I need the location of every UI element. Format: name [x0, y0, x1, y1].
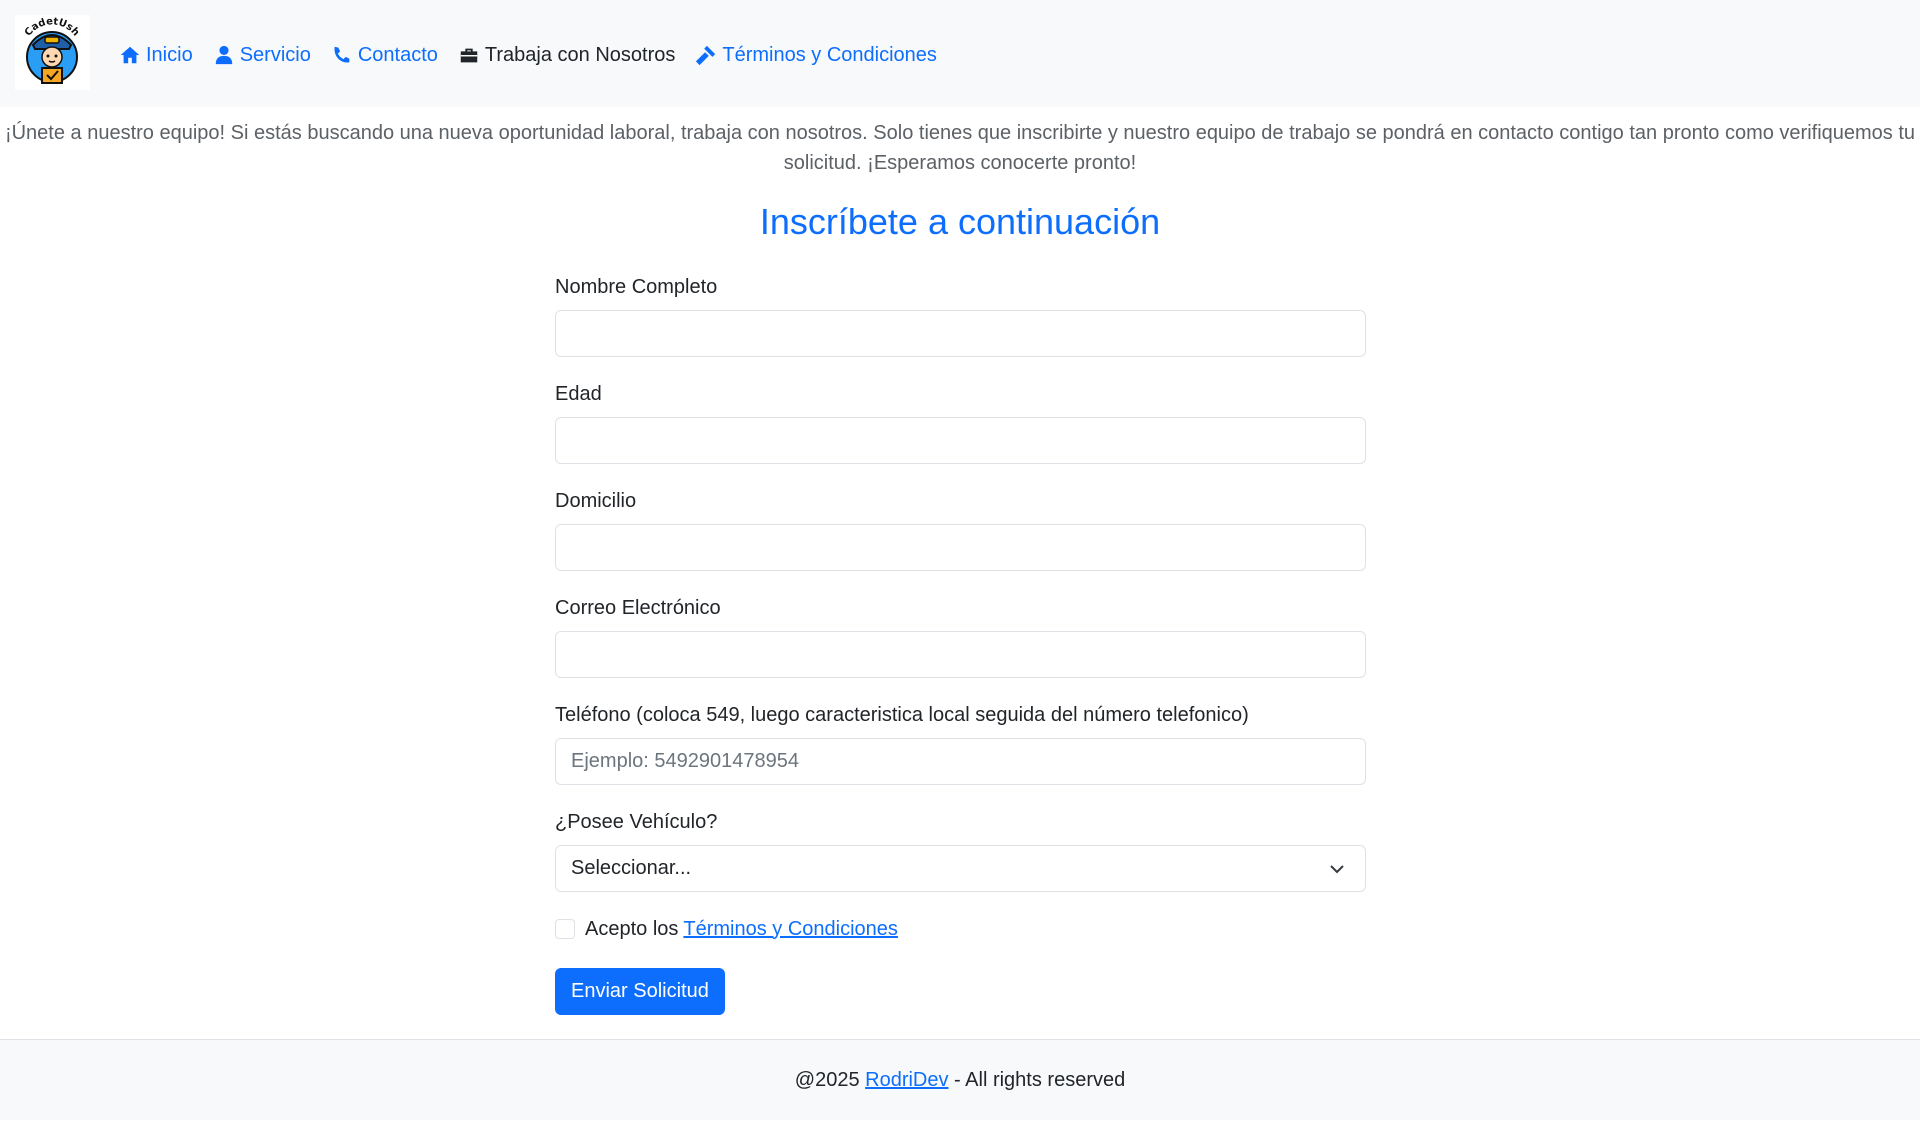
vehicle-label: ¿Posee Vehículo? [555, 811, 718, 833]
vehicle-select[interactable]: Seleccionar... [555, 845, 1366, 892]
nav-item-terminos[interactable]: Términos y Condiciones [695, 44, 937, 67]
terms-link[interactable]: Términos y Condiciones [683, 918, 898, 941]
field-phone: Teléfono (coloca 549, luego caracteristi… [555, 700, 1366, 807]
nav-item-servicio[interactable]: Servicio [213, 44, 311, 67]
footer: @2025 RodriDev - All rights reserved [0, 1039, 1920, 1120]
intro-text: ¡Únete a nuestro equipo! Si estás buscan… [4, 122, 1916, 174]
field-address: Domicilio [555, 486, 1366, 593]
field-age: Edad [555, 379, 1366, 486]
address-label: Domicilio [555, 490, 637, 512]
toolbox-icon [460, 48, 478, 63]
age-label: Edad [555, 383, 602, 405]
navbar: CadetUsh Inicio Servicio Contacto Trabaj… [0, 0, 1920, 107]
terms-checkbox[interactable] [555, 919, 575, 939]
field-vehicle: ¿Posee Vehículo? Seleccionar... [555, 807, 1366, 914]
footer-copyright: @2025 [794, 1069, 860, 1091]
phone-input[interactable] [555, 738, 1366, 785]
nav-item-label: Servicio [239, 43, 311, 66]
nav-item-label: Trabaja con Nosotros [484, 43, 676, 66]
job-application-form: Nombre Completo Edad Domicilio Correo El… [555, 272, 1366, 1015]
nav-item-contacto[interactable]: Contacto [331, 44, 438, 67]
name-label: Nombre Completo [555, 276, 718, 298]
email-label: Correo Electrónico [555, 597, 721, 619]
chevron-down-icon [1330, 865, 1344, 874]
submit-button[interactable]: Enviar Solicitud [555, 968, 725, 1015]
age-input[interactable] [555, 417, 1366, 464]
address-input[interactable] [555, 524, 1366, 571]
home-icon [120, 46, 140, 64]
field-name: Nombre Completo [555, 272, 1366, 379]
user-icon [215, 45, 232, 65]
footer-rights: - All rights reserved [954, 1069, 1126, 1091]
nav-item-label: Términos y Condiciones [722, 43, 937, 66]
form-title: Inscríbete a continuación [759, 201, 1161, 242]
phone-label: Teléfono (coloca 549, luego caracteristi… [555, 704, 1249, 726]
email-input[interactable] [555, 631, 1366, 678]
terms-prefix: Acepto los [585, 917, 679, 940]
vehicle-select-value: Seleccionar... [571, 857, 692, 879]
nav-item-label: Inicio [146, 43, 193, 66]
courier-logo-icon: CadetUsh [23, 16, 81, 84]
nav-links: Inicio Servicio Contacto Trabaja con Nos… [119, 38, 957, 72]
footer-author-link[interactable]: RodriDev [865, 1069, 948, 1091]
nav-item-inicio[interactable]: Inicio [119, 44, 193, 67]
name-input[interactable] [555, 310, 1366, 357]
terms-row: Acepto los Términos y Condiciones [555, 910, 1366, 948]
gavel-icon [696, 45, 716, 66]
nav-item-trabaja[interactable]: Trabaja con Nosotros [458, 44, 675, 67]
field-email: Correo Electrónico [555, 593, 1366, 700]
brand-logo[interactable]: CadetUsh [15, 15, 90, 90]
phone-icon [334, 46, 350, 63]
nav-item-label: Contacto [357, 43, 438, 66]
